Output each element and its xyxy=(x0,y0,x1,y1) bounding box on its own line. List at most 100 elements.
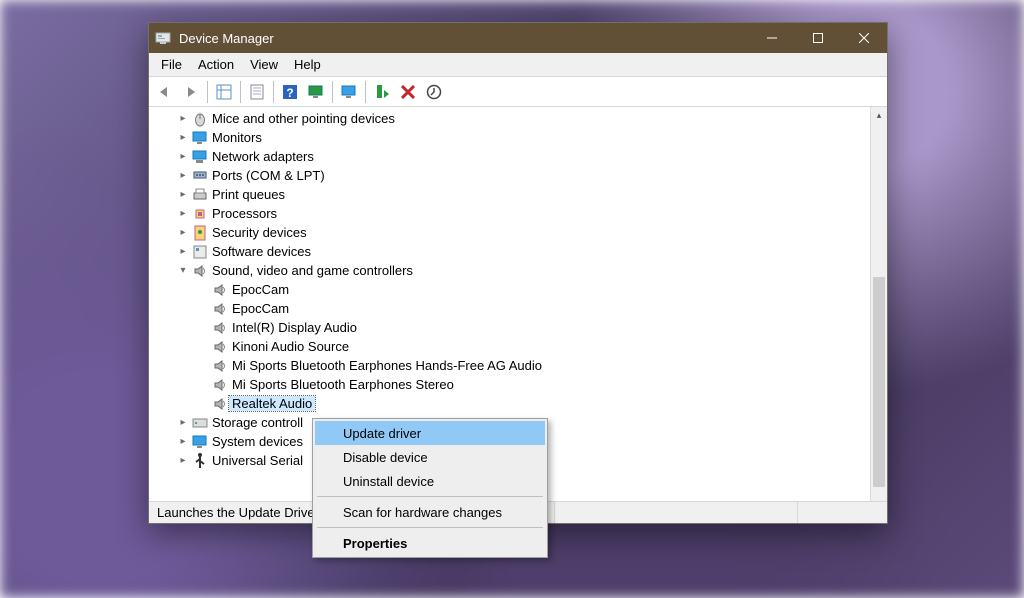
vertical-scrollbar[interactable]: ▴ xyxy=(870,107,887,501)
tree-category[interactable]: ▸Security devices xyxy=(149,223,870,242)
menu-help[interactable]: Help xyxy=(286,54,329,75)
tree-category-label: Monitors xyxy=(209,130,265,145)
scroll-up-icon: ▴ xyxy=(871,107,887,124)
speaker-icon xyxy=(211,359,229,373)
tree-category[interactable]: ▸ Network adapters xyxy=(149,147,870,166)
close-button[interactable] xyxy=(841,23,887,53)
tree-category-label: System devices xyxy=(209,434,306,449)
chevron-right-icon: ▸ xyxy=(175,170,191,181)
tree-device-label: EpocCam xyxy=(229,301,292,316)
chevron-right-icon: ▸ xyxy=(175,246,191,257)
chevron-right-icon: ▸ xyxy=(175,189,191,200)
toolbar-monitor-button[interactable] xyxy=(337,80,361,104)
toolbar-properties-button[interactable] xyxy=(245,80,269,104)
tree-device[interactable]: Intel(R) Display Audio xyxy=(149,318,870,337)
tree-category[interactable]: ▸Mice and other pointing devices xyxy=(149,109,870,128)
device-category-icon xyxy=(191,264,209,278)
tree-device[interactable]: Kinoni Audio Source xyxy=(149,337,870,356)
context-menu-scan-hardware[interactable]: Scan for hardware changes xyxy=(315,500,545,524)
chevron-down-icon: ▾ xyxy=(175,265,191,276)
context-menu-update-driver[interactable]: Update driver xyxy=(315,421,545,445)
tree-category[interactable]: ▸Processors xyxy=(149,204,870,223)
tree-category-label: Network adapters xyxy=(209,149,317,164)
tree-category-label: Processors xyxy=(209,206,280,221)
minimize-button[interactable] xyxy=(749,23,795,53)
tree-device-label: Mi Sports Bluetooth Earphones Hands-Free… xyxy=(229,358,545,373)
tree-device-label: Mi Sports Bluetooth Earphones Stereo xyxy=(229,377,457,392)
chevron-right-icon: ▸ xyxy=(175,417,191,428)
tree-category[interactable]: ▸Ports (COM & LPT) xyxy=(149,166,870,185)
maximize-button[interactable] xyxy=(795,23,841,53)
tree-category[interactable]: ▸ Software devices xyxy=(149,242,870,261)
toolbar-separator xyxy=(332,81,333,103)
tree-device[interactable]: EpocCam xyxy=(149,299,870,318)
tree-category[interactable]: ▸Print queues xyxy=(149,185,870,204)
toolbar-scan-button[interactable] xyxy=(304,80,328,104)
tree-device-label: Realtek Audio xyxy=(229,396,315,411)
close-icon xyxy=(859,33,869,43)
menu-view[interactable]: View xyxy=(242,54,286,75)
enable-device-icon xyxy=(374,84,390,100)
context-menu-properties[interactable]: Properties xyxy=(315,531,545,555)
menubar: File Action View Help xyxy=(149,53,887,77)
speaker-icon xyxy=(211,340,229,354)
monitor-icon xyxy=(341,84,357,100)
device-category-icon xyxy=(191,435,209,449)
speaker-icon xyxy=(211,283,229,297)
maximize-icon xyxy=(813,33,823,43)
tree-device[interactable]: Mi Sports Bluetooth Earphones Hands-Free… xyxy=(149,356,870,375)
menu-file[interactable]: File xyxy=(153,54,190,75)
chevron-right-icon: ▸ xyxy=(175,227,191,238)
help-icon: ? xyxy=(282,84,298,100)
scroll-thumb[interactable] xyxy=(873,277,885,487)
toolbar-update-driver-button[interactable] xyxy=(422,80,446,104)
app-icon xyxy=(155,30,171,46)
toolbar-forward-button[interactable] xyxy=(179,80,203,104)
tree-device[interactable]: EpocCam xyxy=(149,280,870,299)
device-category-icon xyxy=(191,225,209,241)
tree-category[interactable]: ▸Monitors xyxy=(149,128,870,147)
toolbar-back-button[interactable] xyxy=(153,80,177,104)
context-menu-separator xyxy=(317,496,543,497)
toolbar-separator xyxy=(207,81,208,103)
device-category-icon xyxy=(191,111,209,127)
tree-device-label: EpocCam xyxy=(229,282,292,297)
context-menu-disable-device[interactable]: Disable device xyxy=(315,445,545,469)
device-category-icon xyxy=(191,150,209,164)
toolbar-help-button[interactable]: ? xyxy=(278,80,302,104)
tree-category-label: Universal Serial xyxy=(209,453,306,468)
device-category-icon xyxy=(191,169,209,183)
toolbar: ? xyxy=(149,77,887,107)
titlebar[interactable]: Device Manager xyxy=(149,23,887,53)
update-icon xyxy=(426,84,442,100)
speaker-icon xyxy=(211,378,229,392)
arrow-left-icon xyxy=(157,85,173,99)
toolbar-uninstall-button[interactable] xyxy=(396,80,420,104)
tree-device[interactable]: Realtek Audio xyxy=(149,394,870,413)
menu-action[interactable]: Action xyxy=(190,54,242,75)
properties-sheet-icon xyxy=(249,84,265,100)
device-category-icon xyxy=(191,245,209,259)
tree-device[interactable]: Mi Sports Bluetooth Earphones Stereo xyxy=(149,375,870,394)
device-category-icon xyxy=(191,188,209,202)
toolbar-enable-button[interactable] xyxy=(370,80,394,104)
speaker-icon xyxy=(211,397,229,411)
toolbar-separator xyxy=(365,81,366,103)
chevron-right-icon: ▸ xyxy=(175,151,191,162)
remove-icon xyxy=(401,85,415,99)
device-category-icon xyxy=(191,131,209,145)
tree-category-label: Sound, video and game controllers xyxy=(209,263,416,278)
svg-text:?: ? xyxy=(286,86,293,100)
window-title: Device Manager xyxy=(179,31,274,46)
device-category-icon xyxy=(191,207,209,221)
context-menu-uninstall-device[interactable]: Uninstall device xyxy=(315,469,545,493)
tree-category-label: Software devices xyxy=(209,244,314,259)
toolbar-show-hidden-button[interactable] xyxy=(212,80,236,104)
console-tree-icon xyxy=(216,84,232,100)
tree-device-label: Kinoni Audio Source xyxy=(229,339,352,354)
speaker-icon xyxy=(211,321,229,335)
chevron-right-icon: ▸ xyxy=(175,455,191,466)
toolbar-separator xyxy=(240,81,241,103)
tree-category[interactable]: ▾ Sound, video and game controllers xyxy=(149,261,870,280)
monitor-scan-icon xyxy=(308,84,324,100)
